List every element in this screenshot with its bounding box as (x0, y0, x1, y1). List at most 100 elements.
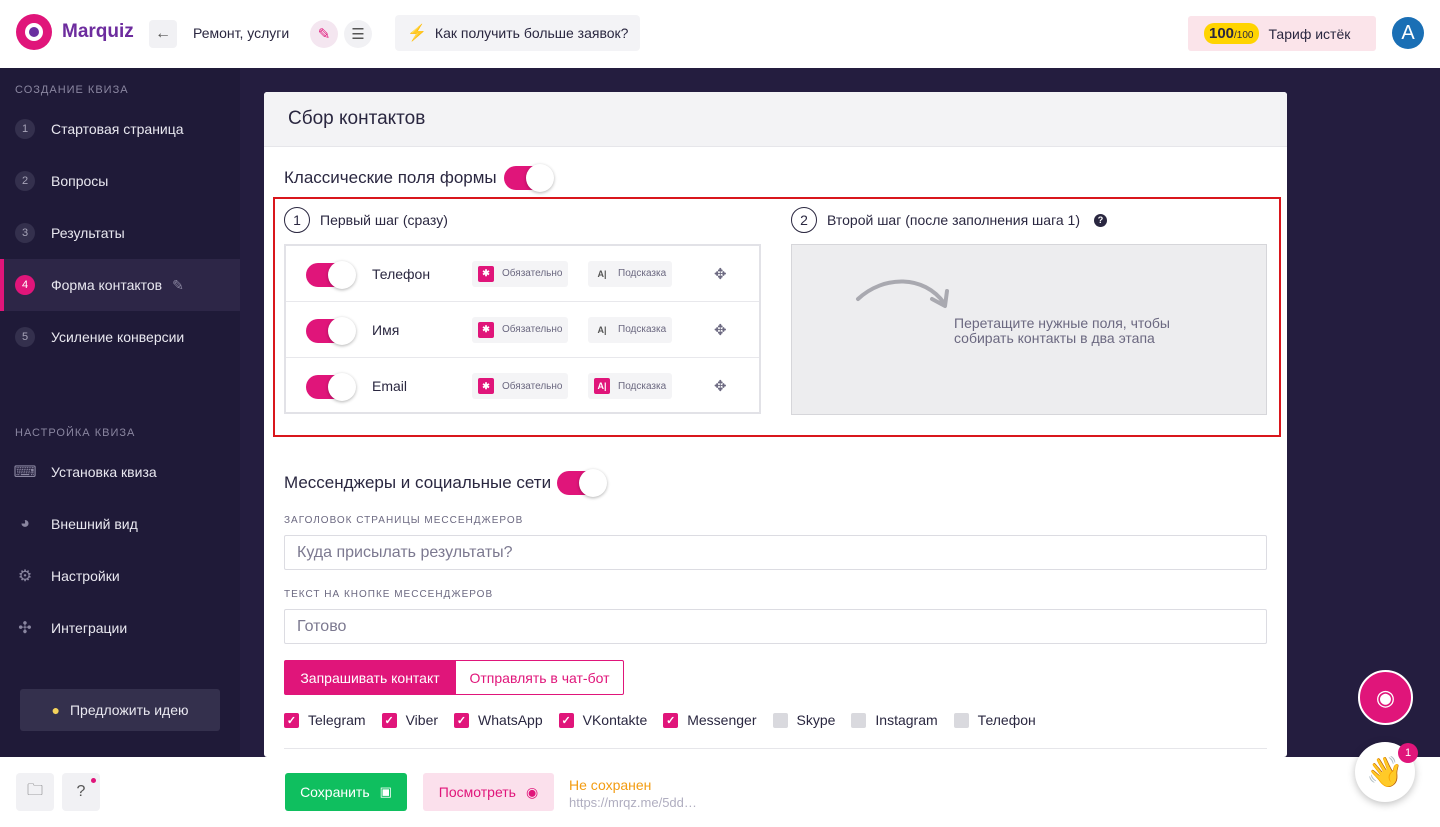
hint-chip[interactable]: A| Подсказка (588, 373, 673, 399)
quiz-url[interactable]: https://mrqz.me/5dd… (569, 795, 697, 810)
field-toggle[interactable] (306, 317, 356, 345)
sidebar-item-results[interactable]: 3 Результаты (0, 207, 240, 259)
avatar[interactable]: A (1392, 17, 1424, 49)
step1-heading: 1 Первый шаг (сразу) (284, 207, 448, 233)
tips-button[interactable]: ⚡ Как получить больше заявок? (395, 15, 641, 51)
checkbox-checked-icon: ✓ (454, 712, 470, 728)
sidebar-item-start-page[interactable]: 1 Стартовая страница (0, 103, 240, 155)
step1-fields-list: Телефон ✱ Обязательно A| Подсказка ✥ Имя… (284, 244, 761, 414)
field-toggle[interactable] (306, 373, 356, 401)
required-chip[interactable]: ✱ Обязательно (472, 316, 569, 343)
pencil-icon: ✎ (317, 26, 331, 43)
back-button[interactable]: ← (149, 20, 177, 48)
channel-label: Телефон (977, 712, 1036, 728)
sidebar-item-label: Внешний вид (51, 516, 138, 532)
checkbox-unchecked-icon (772, 712, 788, 728)
step2-drop-zone[interactable]: Перетащите нужные поля, чтобы собирать к… (791, 244, 1267, 415)
gear-icon: ⚙ (17, 568, 33, 585)
lightning-icon: ⚡ (407, 25, 427, 42)
channel-label: WhatsApp (478, 712, 543, 728)
tariff-label: Тариф истёк (1268, 25, 1351, 42)
field-toggle[interactable] (306, 261, 356, 289)
sidebar-item-conversion[interactable]: 5 Усиление конверсии (0, 311, 240, 363)
preview-label: Посмотреть (438, 784, 516, 800)
channel-telegram[interactable]: ✓ Telegram (284, 712, 366, 728)
checkbox-checked-icon: ✓ (663, 712, 679, 728)
question-icon[interactable]: ? (1094, 213, 1107, 227)
hint-chip[interactable]: A| Подсказка (588, 260, 673, 287)
mode-request-contact-button[interactable]: Запрашивать контакт (284, 660, 456, 695)
field-row-phone[interactable]: Телефон ✱ Обязательно A| Подсказка ✥ (286, 246, 759, 302)
help-button[interactable]: ? (62, 773, 100, 811)
classic-fields-toggle[interactable] (503, 164, 554, 192)
sidebar-item-label: Вопросы (51, 173, 109, 189)
field-name: Email (372, 378, 408, 394)
folder-clock-icon: 🗀 (26, 781, 43, 799)
hint-label: Подсказка (618, 268, 667, 279)
suggest-idea-button[interactable]: ● Предложить идею (20, 689, 220, 731)
logo[interactable]: Marquiz (16, 14, 134, 50)
save-button[interactable]: Сохранить ▣ (285, 773, 407, 811)
channel-checkboxes: ✓ Telegram ✓ Viber ✓ WhatsApp ✓ VKontakte ✓ M… (284, 712, 1052, 728)
section-settings-heading: НАСТРОЙКА КВИЗА (15, 427, 136, 439)
tariff-button[interactable]: 100/100 Тариф истёк (1188, 16, 1376, 51)
asterisk-icon: ✱ (478, 378, 494, 394)
step2-heading: 2 Второй шаг (после заполнения шага 1) ? (791, 207, 1107, 233)
chat-fab[interactable]: 👋 1 (1355, 742, 1418, 802)
messenger-button-input[interactable]: Готово (284, 609, 1267, 644)
tips-label: Как получить больше заявок? (434, 25, 629, 41)
field-row-email[interactable]: Email ✱ Обязательно A| Подсказка ✥ (286, 358, 759, 414)
messenger-header-input[interactable]: Куда присылать результаты? (284, 535, 1267, 570)
lightbulb-icon: ● (51, 702, 60, 718)
sidebar-item-integrations[interactable]: ✣ Интеграции (0, 602, 240, 654)
hint-chip[interactable]: A| Подсказка (588, 316, 673, 343)
sidebar-item-questions[interactable]: 2 Вопросы (0, 155, 240, 207)
step-number: 1 (15, 119, 35, 139)
lead-count: 100 (1209, 25, 1235, 42)
arrow-left-icon: ← (155, 25, 171, 42)
channel-phone[interactable]: Телефон (953, 712, 1036, 728)
divider (284, 748, 1267, 749)
drag-handle-icon[interactable]: ✥ (714, 377, 727, 395)
channel-label: Viber (405, 712, 439, 728)
channel-skype[interactable]: Skype (772, 712, 836, 728)
step1-number: 1 (284, 207, 310, 233)
step-number: 3 (15, 223, 35, 243)
channel-label: Skype (796, 712, 836, 728)
channel-label: Instagram (875, 712, 938, 728)
sidebar-item-appearance[interactable]: ◕ Внешний вид (0, 498, 240, 550)
step2-number: 2 (791, 207, 817, 233)
channel-instagram[interactable]: Instagram (851, 712, 938, 728)
messengers-title: Мессенджеры и социальные сети (284, 473, 552, 492)
curved-arrow-icon (856, 279, 949, 308)
preview-button[interactable]: Посмотреть ◉ (423, 773, 554, 811)
sidebar-item-install[interactable]: ⌨ Установка квиза (0, 446, 240, 498)
logo-text: Marquiz (62, 21, 134, 42)
step2-label: Второй шаг (после заполнения шага 1) (827, 212, 1080, 228)
sidebar-item-settings[interactable]: ⚙ Настройки (0, 550, 240, 602)
required-chip[interactable]: ✱ Обязательно (472, 373, 569, 399)
channel-viber[interactable]: ✓ Viber (381, 712, 439, 728)
edit-quiz-name-button[interactable]: ✎ (310, 20, 338, 48)
quiz-name: Ремонт, услуги (193, 25, 290, 41)
sidebar-item-label: Стартовая страница (51, 121, 184, 137)
channel-label: Telegram (308, 712, 366, 728)
mode-chatbot-button[interactable]: Отправлять в чат-бот (455, 660, 624, 695)
quiz-list-button[interactable]: ☰ (344, 20, 372, 48)
messengers-toggle[interactable] (557, 469, 608, 497)
sidebar-item-contact-form[interactable]: 4 Форма контактов ✎ (0, 259, 240, 311)
drag-handle-icon[interactable]: ✥ (714, 265, 727, 283)
section-create-heading: СОЗДАНИЕ КВИЗА (15, 84, 129, 96)
drag-handle-icon[interactable]: ✥ (714, 321, 727, 339)
history-button[interactable]: 🗀 (16, 773, 54, 811)
channel-vkontakte[interactable]: ✓ VKontakte (558, 712, 647, 728)
marquiz-logo-icon (16, 14, 52, 50)
field-row-name[interactable]: Имя ✱ Обязательно A| Подсказка ✥ (286, 302, 759, 358)
preview-fab[interactable]: ◉ (1358, 670, 1413, 725)
sidebar-item-label: Установка квиза (51, 464, 157, 480)
drop-hint-line-2: собирать контакты в два этапа (954, 330, 1155, 346)
channel-whatsapp[interactable]: ✓ WhatsApp (454, 712, 543, 728)
required-chip[interactable]: ✱ Обязательно (472, 260, 569, 287)
palette-icon: ◕ (20, 515, 30, 532)
channel-messenger[interactable]: ✓ Messenger (663, 712, 757, 728)
